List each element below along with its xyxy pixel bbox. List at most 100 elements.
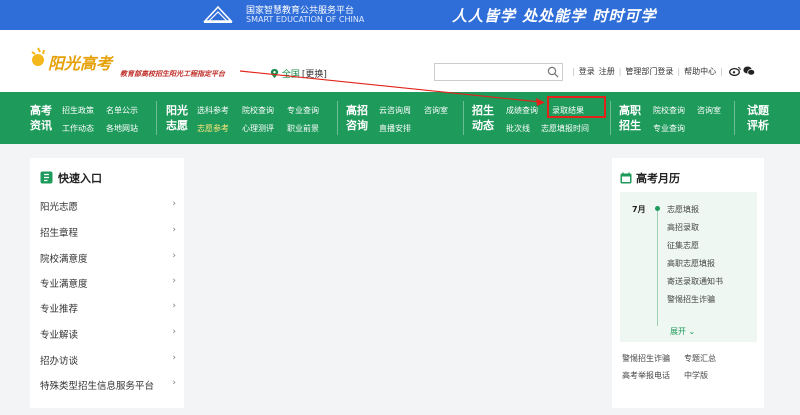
chevron-right-icon: ›	[172, 251, 176, 261]
site-logo[interactable]: 阳光高考	[30, 44, 120, 80]
header-links: | 登录 注册 | 管理部门登录 | 帮助中心 |	[572, 66, 755, 77]
timeline-dot	[655, 206, 660, 211]
chevron-right-icon: ›	[172, 301, 176, 311]
nav-group-volunteer: 阳光志愿 选科参考 院校查询 专业查询 志愿参考 心理测评 职业前景	[160, 92, 335, 144]
login-link[interactable]: 登录	[579, 67, 595, 76]
calendar-event[interactable]: 志愿填报	[667, 204, 699, 215]
quick-entry-label: 专业推荐	[40, 304, 79, 315]
nav-divider	[463, 101, 464, 135]
calendar-icon	[620, 172, 632, 184]
chevron-right-icon: ›	[172, 327, 176, 337]
main-nav: 高考资讯 招生政策 名单公示 工作动态 各地网站 阳光志愿 选科参考 院校查询 …	[0, 92, 800, 144]
quick-entry-panel: 快速入口 阳光志愿 › 招生章程 › 院校满意度 › 专业满意度 › 专业推荐 › 专业解…	[30, 158, 184, 408]
nav-head-volunteer[interactable]: 阳光志愿	[166, 103, 190, 133]
calendar-event[interactable]: 高招录取	[667, 222, 699, 233]
exam-calendar-title: 高考月历	[620, 170, 680, 186]
calendar-link[interactable]: 专题汇总	[684, 354, 716, 363]
quick-entry-item[interactable]: 院校满意度 ›	[40, 251, 176, 265]
nav-link-public-list[interactable]: 名单公示	[106, 105, 138, 116]
nav-link-admission-policy[interactable]: 招生政策	[62, 105, 94, 116]
chevron-right-icon: ›	[172, 353, 176, 363]
chevron-right-icon: ›	[172, 378, 176, 388]
chevron-right-icon: ›	[172, 225, 176, 235]
region-switch-link[interactable]: [更换]	[302, 70, 327, 80]
nav-divider	[734, 101, 735, 135]
region-name: 全国	[281, 70, 300, 80]
platform-name-en: SMART EDUCATION OF CHINA	[246, 15, 365, 24]
exam-calendar-panel: 高考月历 7月 志愿填报 高招录取 征集志愿 高职志愿填报 寄送录取通知书 警惕…	[612, 158, 764, 408]
nav-link-subject-ref[interactable]: 选科参考	[197, 105, 229, 116]
calendar-link[interactable]: 警惕招生诈骗	[622, 354, 670, 363]
nav-link-college-search[interactable]: 院校查询	[242, 105, 274, 116]
search-input[interactable]	[434, 63, 563, 81]
nav-link-score-query[interactable]: 成绩查询	[506, 105, 538, 116]
admin-login-link[interactable]: 管理部门登录	[625, 67, 673, 76]
calendar-event[interactable]: 寄送录取通知书	[667, 276, 723, 287]
nav-head-news[interactable]: 高考资讯	[30, 103, 54, 133]
calendar-event[interactable]: 警惕招生诈骗	[667, 294, 715, 305]
nav-link-live-schedule[interactable]: 直播安排	[379, 123, 411, 134]
nav-group-news: 高考资讯 招生政策 名单公示 工作动态 各地网站	[0, 92, 160, 144]
nav-divider	[156, 101, 157, 135]
nav-head-consult[interactable]: 高招咨询	[346, 103, 370, 133]
site-header: 阳光高考 教育部高校招生阳光工程指定平台 全国 [更换] | 登录 注册 | 管理部门登录…	[0, 30, 800, 92]
nav-head-exam-analysis[interactable]: 试题评析	[747, 103, 771, 133]
quick-entry-label: 院校满意度	[40, 254, 88, 265]
quick-entry-label: 阳光志愿	[40, 202, 79, 213]
calendar-event[interactable]: 征集志愿	[667, 240, 699, 251]
nav-link-career[interactable]: 职业前景	[287, 123, 319, 134]
wechat-icon[interactable]	[743, 66, 755, 76]
quick-entry-item[interactable]: 阳光志愿 ›	[40, 199, 176, 213]
calendar-timeline: 7月 志愿填报 高招录取 征集志愿 高职志愿填报 寄送录取通知书 警惕招生诈骗	[620, 192, 757, 342]
nav-link-voc-major-search[interactable]: 专业查询	[653, 123, 685, 134]
calendar-link[interactable]: 中学版	[684, 371, 708, 380]
register-link[interactable]: 注册	[599, 67, 615, 76]
calendar-links-row: 高考举报电话 中学版	[622, 370, 758, 381]
quick-entry-label: 专业解读	[40, 330, 79, 341]
calendar-expand-label: 展开	[670, 327, 686, 336]
quick-entry-label: 专业满意度	[40, 279, 88, 290]
quick-entry-item[interactable]: 招生章程 ›	[40, 225, 176, 239]
nav-link-voc-consult-room[interactable]: 咨询室	[697, 105, 721, 116]
quick-entry-item[interactable]: 专业满意度 ›	[40, 276, 176, 290]
calendar-expand-button[interactable]: 展开 ⌄	[670, 326, 695, 337]
search-icon[interactable]	[547, 66, 559, 78]
calendar-month: 7月	[632, 205, 646, 214]
weibo-icon[interactable]	[728, 66, 741, 76]
nav-divider	[337, 101, 338, 135]
quick-entry-icon	[40, 171, 53, 184]
nav-link-work-news[interactable]: 工作动态	[62, 123, 94, 134]
location-pin-icon	[270, 69, 279, 78]
nav-link-cloud-week[interactable]: 云咨询周	[379, 105, 411, 116]
nav-head-enroll[interactable]: 招生动态	[472, 103, 496, 133]
nav-link-voc-college-search[interactable]: 院校查询	[653, 105, 685, 116]
nav-link-consult-room[interactable]: 咨询室	[424, 105, 448, 116]
brand-tagline: 教育部高校招生阳光工程指定平台	[120, 69, 225, 78]
nav-link-local-sites[interactable]: 各地网站	[106, 123, 138, 134]
quick-entry-item[interactable]: 专业推荐 ›	[40, 301, 176, 315]
calendar-link[interactable]: 高考举报电话	[622, 371, 670, 380]
calendar-event[interactable]: 高职志愿填报	[667, 258, 715, 269]
timeline-line	[657, 206, 658, 326]
nav-link-batch-line[interactable]: 批次线	[506, 123, 530, 134]
quick-entry-label: 招生章程	[40, 228, 79, 239]
help-center-link[interactable]: 帮助中心	[684, 67, 716, 76]
region-selector[interactable]: 全国 [更换]	[270, 67, 327, 80]
nav-link-psych-test[interactable]: 心理测评	[242, 123, 274, 134]
quick-entry-item[interactable]: 特殊类型招生信息服务平台 ›	[40, 378, 176, 392]
nav-group-vocational: 高职招生 院校查询 咨询室 专业查询	[613, 92, 733, 144]
quick-entry-title: 快速入口	[40, 170, 102, 186]
quick-entry-item[interactable]: 专业解读 ›	[40, 327, 176, 341]
quick-entry-label: 特殊类型招生信息服务平台	[40, 381, 155, 392]
nav-link-major-search[interactable]: 专业查询	[287, 105, 319, 116]
quick-entry-item[interactable]: 招办访谈 ›	[40, 353, 176, 367]
highlight-box	[547, 96, 606, 118]
nav-group-exam-analysis: 试题评析	[737, 92, 800, 144]
chevron-right-icon: ›	[172, 199, 176, 209]
nav-link-filling-time[interactable]: 志愿填报时间	[541, 123, 589, 134]
chevron-down-icon: ⌄	[688, 327, 696, 336]
nav-head-vocational[interactable]: 高职招生	[619, 103, 643, 133]
nav-link-volunteer-ref[interactable]: 志愿参考	[197, 123, 229, 134]
brand-name: 阳光高考	[48, 54, 113, 73]
quick-entry-label: 招办访谈	[40, 356, 79, 367]
